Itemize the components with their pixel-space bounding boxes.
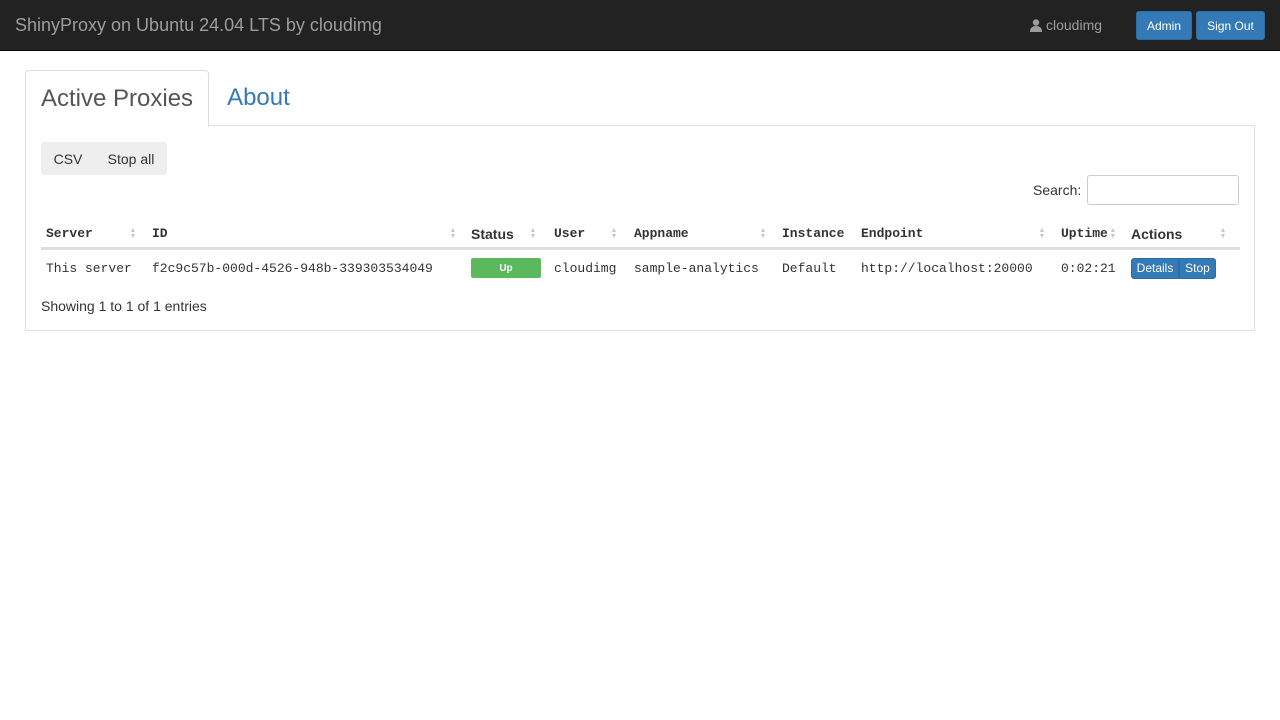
cell-actions: Details Stop: [1131, 250, 1216, 286]
user-icon: [1030, 18, 1042, 32]
col-header-instance[interactable]: Instance: [782, 220, 844, 247]
col-header-status[interactable]: Status: [471, 220, 514, 247]
stop-all-button[interactable]: Stop all: [95, 142, 167, 175]
cell-server: This server: [46, 260, 132, 276]
cell-user: cloudimg: [554, 260, 617, 276]
cell-id: f2c9c57b-000d-4526-948b-339303534049: [152, 260, 433, 276]
sort-icon: ▲ ▼: [1219, 226, 1227, 240]
table-header: Server ▲ ▼ ID ▲ ▼ Status ▲ ▼ User ▲ ▼ Appnam…: [41, 220, 1240, 250]
col-header-id[interactable]: ID: [152, 220, 168, 247]
stop-button[interactable]: Stop: [1179, 257, 1216, 279]
tab-about[interactable]: About: [209, 70, 305, 126]
status-badge: Up: [471, 258, 541, 278]
sort-icon: ▲ ▼: [1109, 226, 1117, 240]
sort-icon: ▲ ▼: [449, 226, 457, 240]
top-navbar: ShinyProxy on Ubuntu 24.04 LTS by cloudi…: [0, 0, 1280, 51]
sign-out-button[interactable]: Sign Out: [1196, 11, 1265, 40]
proxies-table: Server ▲ ▼ ID ▲ ▼ Status ▲ ▼ User ▲ ▼ Appnam…: [41, 220, 1240, 286]
admin-button[interactable]: Admin: [1136, 11, 1192, 40]
col-header-server[interactable]: Server: [46, 220, 93, 247]
tab-active-proxies[interactable]: Active Proxies: [25, 70, 210, 127]
sort-icon: ▲ ▼: [1038, 226, 1046, 240]
row-actions: Details Stop: [1131, 257, 1216, 279]
table-info: Showing 1 to 1 of 1 entries: [41, 298, 207, 314]
col-header-endpoint[interactable]: Endpoint: [861, 220, 923, 247]
username-label: cloudimg: [1046, 17, 1103, 33]
cell-appname: sample-analytics: [634, 260, 759, 276]
cell-endpoint: http://localhost:20000: [861, 260, 1033, 276]
col-header-user[interactable]: User: [554, 220, 585, 247]
sort-icon: ▲ ▼: [610, 226, 618, 240]
current-user: cloudimg: [1030, 16, 1102, 34]
search-label: Search:: [1033, 182, 1082, 198]
app-title[interactable]: ShinyProxy on Ubuntu 24.04 LTS by cloudi…: [15, 14, 382, 36]
details-button[interactable]: Details: [1131, 257, 1179, 279]
sort-icon: ▲ ▼: [529, 226, 537, 240]
col-header-appname[interactable]: Appname: [634, 220, 689, 247]
tab-bar: Active Proxies About: [25, 70, 305, 127]
table-row: This server f2c9c57b-000d-4526-948b-3393…: [41, 250, 1240, 286]
cell-uptime: 0:02:21: [1061, 260, 1116, 276]
cell-status: Up: [471, 250, 541, 286]
csv-button[interactable]: CSV: [41, 142, 95, 175]
active-proxies-panel: CSV Stop all Search: Server ▲ ▼ ID ▲ ▼ Sta…: [25, 125, 1255, 331]
cell-instance: Default: [782, 260, 837, 276]
search-input[interactable]: [1087, 175, 1239, 205]
sort-icon: ▲ ▼: [129, 226, 137, 240]
col-header-actions[interactable]: Actions: [1131, 220, 1182, 247]
sort-icon: ▲ ▼: [759, 226, 767, 240]
export-button-group: CSV Stop all: [41, 142, 167, 175]
col-header-uptime[interactable]: Uptime: [1061, 220, 1108, 247]
